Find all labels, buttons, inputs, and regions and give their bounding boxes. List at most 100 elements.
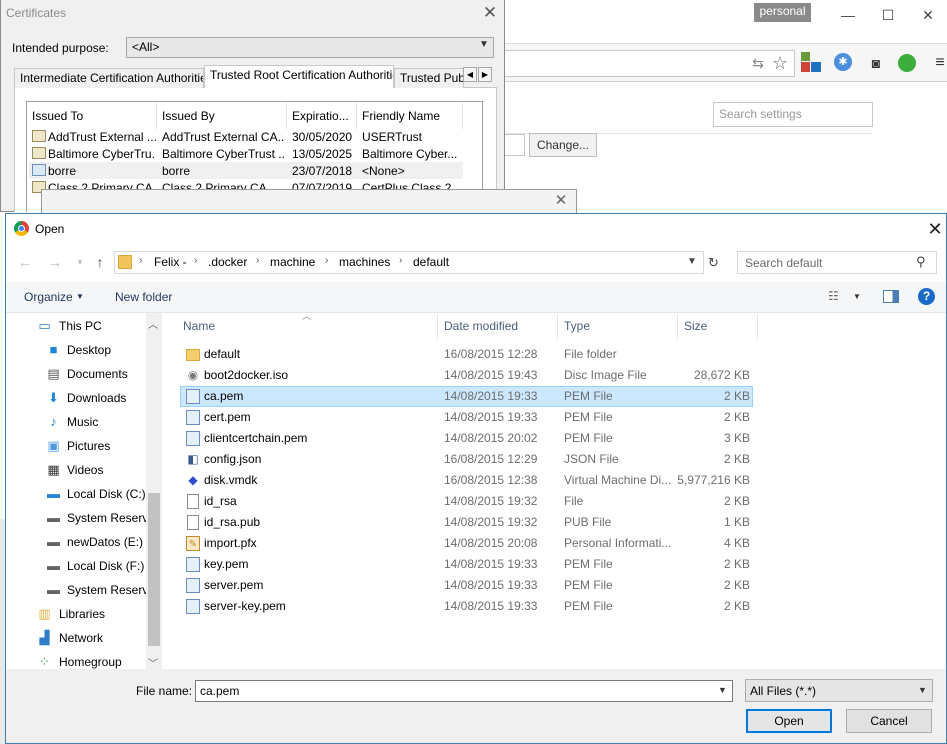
column-name[interactable]: Name (177, 314, 438, 339)
breadcrumb-item[interactable]: machine (270, 255, 315, 269)
breadcrumb-item[interactable]: .docker (208, 255, 247, 269)
tab-intermediate[interactable]: Intermediate Certification Authorities (14, 68, 204, 88)
scrollbar-thumb[interactable] (148, 493, 160, 646)
column-expiration[interactable]: Expiratio... (287, 103, 357, 129)
intended-purpose-select[interactable]: <All> (126, 37, 494, 58)
new-folder-button[interactable]: New folder (115, 290, 172, 304)
table-row[interactable]: AddTrust External ... AddTrust External … (29, 128, 463, 145)
maximize-icon[interactable]: ☐ (866, 0, 910, 30)
tab-trusted-publishers[interactable]: Trusted Publ (394, 68, 464, 88)
sync-icon[interactable]: ✱ (834, 53, 852, 71)
file-size: 2 KB (723, 599, 750, 613)
breadcrumb-item[interactable]: default (413, 255, 449, 269)
chevron-right-icon[interactable]: › (194, 255, 197, 266)
minimize-icon[interactable]: — (826, 0, 870, 30)
nav-label: Downloads (67, 391, 127, 405)
profile-badge[interactable]: personal (754, 3, 811, 22)
file-date: 14/08/2015 19:33 (444, 410, 538, 424)
recent-locations-icon[interactable]: ▾ (71, 252, 89, 272)
libraries-icon: ▥ (38, 606, 51, 621)
chevron-right-icon[interactable]: › (399, 255, 402, 266)
close-icon[interactable]: ✕ (906, 0, 947, 30)
file-row[interactable]: ◉ boot2docker.iso 14/08/2015 19:43 Disc … (180, 365, 753, 386)
file-name: clientcertchain.pem (204, 431, 308, 445)
file-type: PEM File (564, 410, 613, 424)
cell-friendly-name: USERTrust (362, 130, 423, 144)
tab-trusted-root[interactable]: Trusted Root Certification Authorities (204, 65, 394, 88)
tab-scroll-right-icon[interactable]: ▶ (478, 67, 492, 82)
incognito-icon[interactable]: ◙ (866, 53, 886, 73)
network-icon: ▟ (39, 630, 50, 645)
column-size[interactable]: Size (678, 314, 758, 339)
close-icon[interactable]: ✕ (924, 218, 946, 240)
close-icon[interactable]: ✕ (480, 3, 500, 23)
color-blocks-icon[interactable] (801, 52, 821, 72)
chevron-down-icon: ▼ (479, 39, 489, 50)
file-row-selected[interactable]: ca.pem 14/08/2015 19:33 PEM File 2 KB (180, 386, 753, 407)
file-row[interactable]: server-key.pem 14/08/2015 19:33 PEM File… (180, 596, 753, 617)
view-options-icon[interactable]: ☷ (828, 289, 844, 303)
chevron-down-icon[interactable]: ﹀ (148, 655, 158, 670)
column-issued-to[interactable]: Issued To (27, 103, 157, 129)
certificate-file-icon (186, 599, 200, 614)
column-type[interactable]: Type (558, 314, 678, 339)
back-arrow-icon[interactable]: ← (16, 252, 34, 272)
breadcrumb-item[interactable]: Felix - (154, 255, 187, 269)
menu-icon[interactable]: ≡ (930, 53, 947, 73)
file-size: 2 KB (723, 452, 750, 466)
address-bar[interactable] (114, 251, 704, 274)
file-row[interactable]: ◆ disk.vmdk 16/08/2015 12:38 Virtual Mac… (180, 470, 753, 491)
file-row[interactable]: server.pem 14/08/2015 19:33 PEM File 2 K… (180, 575, 753, 596)
file-row[interactable]: key.pem 14/08/2015 19:33 PEM File 2 KB (180, 554, 753, 575)
search-input[interactable]: Search default (737, 251, 937, 274)
organize-button[interactable]: Organize (24, 290, 73, 304)
homegroup-icon: ⁘ (39, 654, 50, 669)
chevron-down-icon[interactable]: ▼ (853, 292, 861, 301)
up-arrow-icon[interactable]: ↑ (91, 252, 109, 272)
file-type-filter[interactable]: All Files (*.*) (745, 679, 933, 702)
chevron-down-icon[interactable]: ▼ (687, 256, 697, 267)
chevron-right-icon[interactable]: › (256, 255, 259, 266)
file-name-input[interactable] (195, 680, 733, 702)
file-row[interactable]: ✎ import.pfx 14/08/2015 20:08 Personal I… (180, 533, 753, 554)
chevron-right-icon[interactable]: › (325, 255, 328, 266)
file-row[interactable]: id_rsa 14/08/2015 19:32 File 2 KB (180, 491, 753, 512)
evernote-icon[interactable] (898, 54, 916, 72)
help-icon[interactable]: ? (918, 288, 935, 305)
chevron-down-icon[interactable]: ▼ (918, 685, 927, 695)
file-row[interactable]: default 16/08/2015 12:28 File folder (180, 344, 753, 365)
file-name-label: File name: (136, 684, 193, 698)
cancel-button[interactable]: Cancel (846, 709, 932, 733)
bookmark-star-icon[interactable]: ☆ (770, 53, 790, 73)
tab-scroll-left-icon[interactable]: ◀ (463, 67, 477, 82)
preview-pane-icon[interactable] (883, 290, 899, 303)
file-row[interactable]: id_rsa.pub 14/08/2015 19:32 PUB File 1 K… (180, 512, 753, 533)
file-row[interactable]: cert.pem 14/08/2015 19:33 PEM File 2 KB (180, 407, 753, 428)
drive-icon: ▬ (47, 534, 60, 549)
column-issued-by[interactable]: Issued By (157, 103, 287, 129)
nav-label: Pictures (67, 439, 111, 453)
column-friendly-name[interactable]: Friendly Name (357, 103, 463, 129)
close-icon[interactable]: ✕ (553, 190, 569, 212)
file-type: File folder (564, 347, 617, 361)
chevron-up-icon[interactable]: ︿ (148, 316, 158, 331)
refresh-icon[interactable]: ↻ (703, 252, 723, 273)
breadcrumb-item[interactable]: machines (339, 255, 390, 269)
chevron-right-icon[interactable]: › (139, 255, 142, 266)
file-name: config.json (204, 452, 262, 466)
settings-search-input[interactable]: Search settings (713, 102, 873, 127)
search-icon[interactable]: ⚲ (916, 254, 926, 270)
chevron-down-icon[interactable]: ▼ (76, 292, 84, 301)
table-row[interactable]: Baltimore CyberTru... Baltimore CyberTru… (29, 145, 463, 162)
column-date-modified[interactable]: Date modified (438, 314, 558, 339)
change-button[interactable]: Change... (529, 133, 597, 157)
file-row[interactable]: clientcertchain.pem 14/08/2015 20:02 PEM… (180, 428, 753, 449)
chevron-down-icon[interactable]: ▼ (718, 685, 727, 695)
table-row[interactable]: borre borre 23/07/2018 <None> (29, 162, 463, 179)
open-button[interactable]: Open (746, 709, 832, 733)
translate-icon[interactable]: ⇆ (748, 53, 768, 73)
disc-image-icon: ◉ (187, 368, 199, 382)
forward-arrow-icon[interactable]: → (46, 252, 64, 272)
download-location-field[interactable] (505, 134, 525, 156)
file-row[interactable]: ◧ config.json 16/08/2015 12:29 JSON File… (180, 449, 753, 470)
